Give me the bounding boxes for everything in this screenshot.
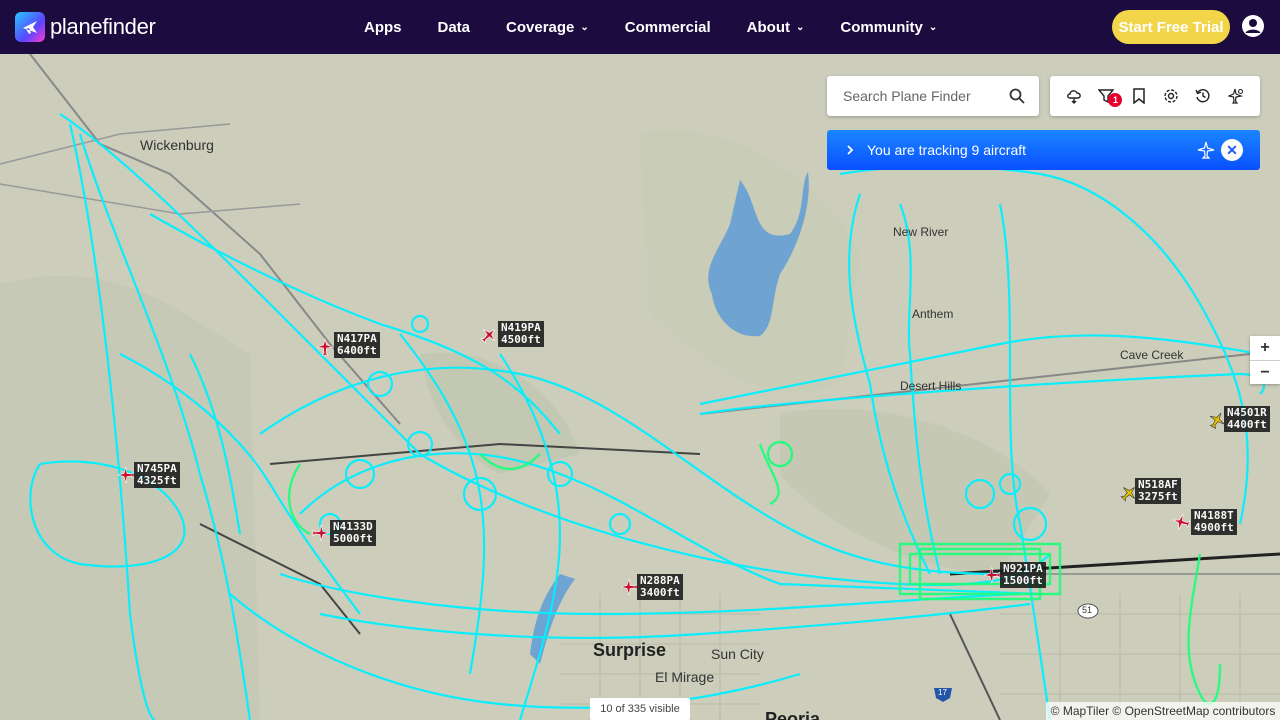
place-label: Wickenburg bbox=[140, 137, 214, 153]
road-shield-label: 51 bbox=[1082, 605, 1093, 615]
map-attribution[interactable]: © MapTiler © OpenStreetMap contributors bbox=[1046, 702, 1280, 720]
top-navigation-bar: planefinder Apps Data Coverage ⌄ Commerci… bbox=[0, 0, 1280, 54]
chevron-down-icon: ⌄ bbox=[795, 21, 805, 33]
visible-count: 10 of 335 visible bbox=[590, 698, 690, 720]
road-shield-label: 17 bbox=[938, 688, 947, 697]
aircraft-altitude: 4325ft bbox=[137, 474, 177, 487]
aircraft-altitude: 3400ft bbox=[640, 586, 680, 599]
nav-label: Coverage bbox=[506, 18, 575, 36]
settings-icon[interactable] bbox=[1162, 87, 1180, 105]
aircraft-icon[interactable] bbox=[316, 338, 334, 356]
aircraft-icon[interactable] bbox=[1172, 513, 1190, 531]
aircraft-label[interactable]: N921PA 1500ft bbox=[1000, 562, 1046, 588]
aircraft-altitude: 4500ft bbox=[501, 333, 541, 346]
aircraft-icon[interactable] bbox=[312, 524, 330, 542]
aircraft-label[interactable]: N4188T 4900ft bbox=[1191, 509, 1237, 535]
nav-data[interactable]: Data bbox=[438, 19, 471, 36]
plane-icon bbox=[1197, 141, 1215, 159]
aircraft-altitude: 3275ft bbox=[1138, 490, 1178, 503]
history-icon[interactable] bbox=[1194, 87, 1212, 105]
aircraft-settings-icon[interactable] bbox=[1227, 87, 1245, 105]
zoom-out-button[interactable]: − bbox=[1250, 360, 1280, 385]
place-label: New River bbox=[893, 225, 949, 239]
map-toolbar: 1 bbox=[1050, 76, 1260, 116]
place-label: Desert Hills bbox=[900, 379, 962, 393]
nav-label: Community bbox=[840, 18, 923, 36]
nav-about[interactable]: About ⌄ bbox=[747, 19, 805, 36]
aircraft-icon[interactable] bbox=[620, 578, 638, 596]
aircraft-altitude: 1500ft bbox=[1003, 574, 1043, 587]
tracking-banner[interactable]: You are tracking 9 aircraft ✕ bbox=[827, 130, 1260, 170]
filter-icon[interactable]: 1 bbox=[1097, 87, 1123, 107]
place-label: Surprise bbox=[593, 640, 667, 660]
nav-community[interactable]: Community ⌄ bbox=[840, 19, 937, 36]
aircraft-altitude: 4400ft bbox=[1227, 418, 1267, 431]
planefinder-logo[interactable]: planefinder bbox=[15, 12, 156, 42]
nav-label: Data bbox=[437, 18, 471, 36]
search-icon[interactable] bbox=[1009, 88, 1025, 104]
nav-label: Apps bbox=[364, 18, 402, 36]
nav-label: Commercial bbox=[624, 18, 711, 36]
chevron-down-icon: ⌄ bbox=[580, 21, 589, 33]
aircraft-label[interactable]: N419PA 4500ft bbox=[498, 321, 544, 347]
place-label: Cave Creek bbox=[1120, 348, 1184, 362]
aircraft-altitude: 4900ft bbox=[1194, 521, 1234, 534]
search-box bbox=[827, 76, 1039, 116]
search-input[interactable] bbox=[841, 87, 995, 105]
aircraft-label[interactable]: N417PA 6400ft bbox=[334, 332, 380, 358]
chevron-right-icon[interactable] bbox=[843, 143, 857, 157]
weather-icon[interactable] bbox=[1065, 87, 1083, 105]
chevron-down-icon: ⌄ bbox=[928, 21, 938, 33]
place-label: Peoria bbox=[765, 709, 821, 720]
aircraft-label[interactable]: N4501R 4400ft bbox=[1224, 406, 1270, 432]
aircraft-icon[interactable] bbox=[480, 326, 498, 344]
aircraft-altitude: 6400ft bbox=[337, 344, 377, 357]
zoom-control: + − bbox=[1250, 336, 1280, 384]
start-free-trial-button[interactable]: Start Free Trial bbox=[1112, 10, 1230, 44]
close-icon[interactable]: ✕ bbox=[1221, 139, 1243, 161]
place-label: El Mirage bbox=[655, 669, 715, 685]
bookmark-icon[interactable] bbox=[1130, 87, 1148, 105]
tracking-text: You are tracking 9 aircraft bbox=[867, 142, 1027, 158]
aircraft-altitude: 5000ft bbox=[333, 532, 373, 545]
nav-coverage[interactable]: Coverage ⌄ bbox=[506, 19, 589, 36]
nav-label: About bbox=[746, 18, 790, 36]
aircraft-label[interactable]: N745PA 4325ft bbox=[134, 462, 180, 488]
brand-name: planefinder bbox=[50, 14, 156, 39]
place-label: Anthem bbox=[912, 307, 954, 321]
aircraft-label[interactable]: N288PA 3400ft bbox=[637, 574, 683, 600]
filter-count-badge: 1 bbox=[1108, 93, 1123, 107]
aircraft-icon[interactable] bbox=[117, 466, 135, 484]
place-label: Sun City bbox=[711, 646, 764, 662]
nav-apps[interactable]: Apps bbox=[364, 19, 402, 36]
aircraft-label[interactable]: N4133D 5000ft bbox=[330, 520, 376, 546]
aircraft-label[interactable]: N518AF 3275ft bbox=[1135, 478, 1181, 504]
aircraft-icon[interactable] bbox=[983, 566, 1001, 584]
zoom-in-button[interactable]: + bbox=[1250, 336, 1280, 360]
nav-commercial[interactable]: Commercial bbox=[625, 19, 711, 36]
plane-logo-icon bbox=[15, 12, 45, 42]
main-nav: Apps Data Coverage ⌄ Commercial About ⌄ Co… bbox=[364, 0, 973, 54]
user-account-icon[interactable] bbox=[1241, 14, 1265, 38]
